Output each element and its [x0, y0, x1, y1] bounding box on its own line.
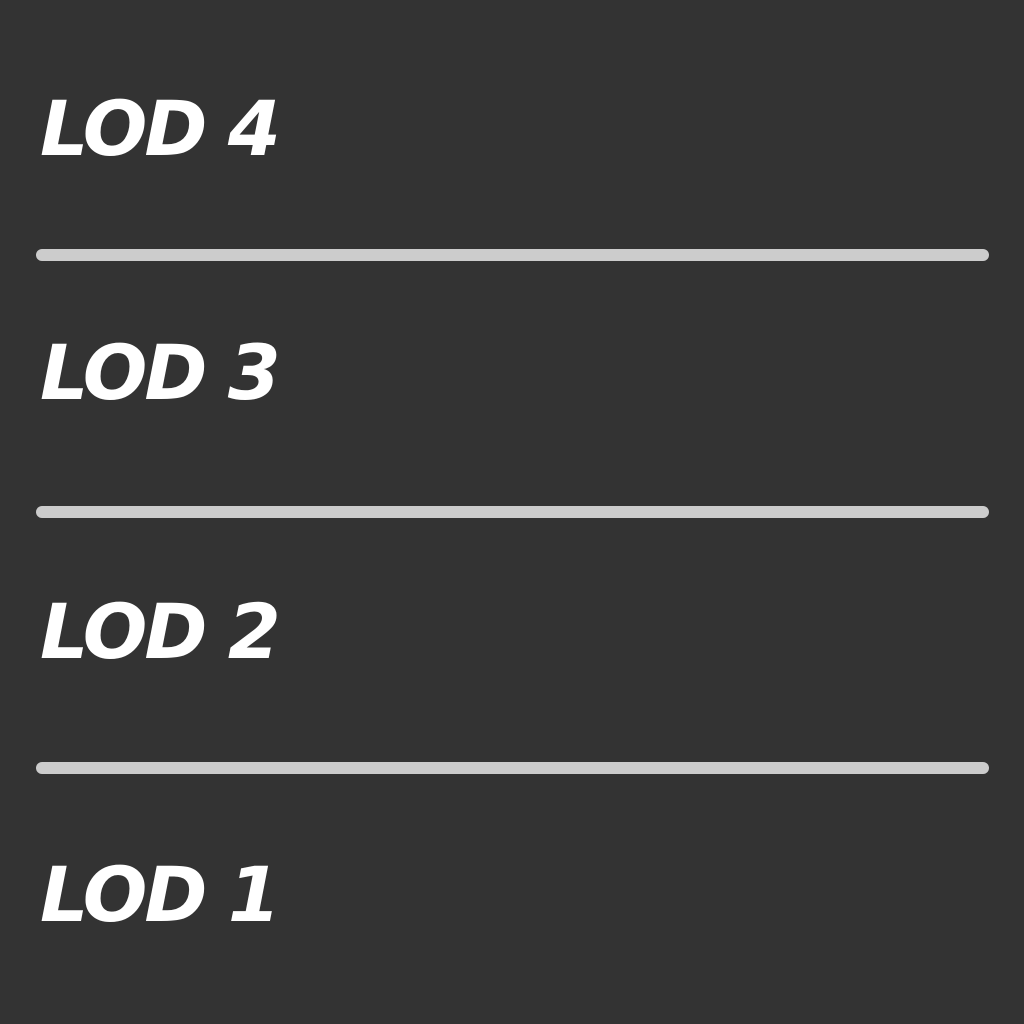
lod-3-label: LOD 3 — [40, 328, 281, 417]
lod-2-label: LOD 2 — [40, 587, 281, 676]
divider-line — [36, 762, 989, 774]
lod-1-label: LOD 1 — [40, 850, 281, 939]
lod-4-label: LOD 4 — [40, 84, 281, 173]
divider-line — [36, 249, 989, 261]
divider-line — [36, 506, 989, 518]
